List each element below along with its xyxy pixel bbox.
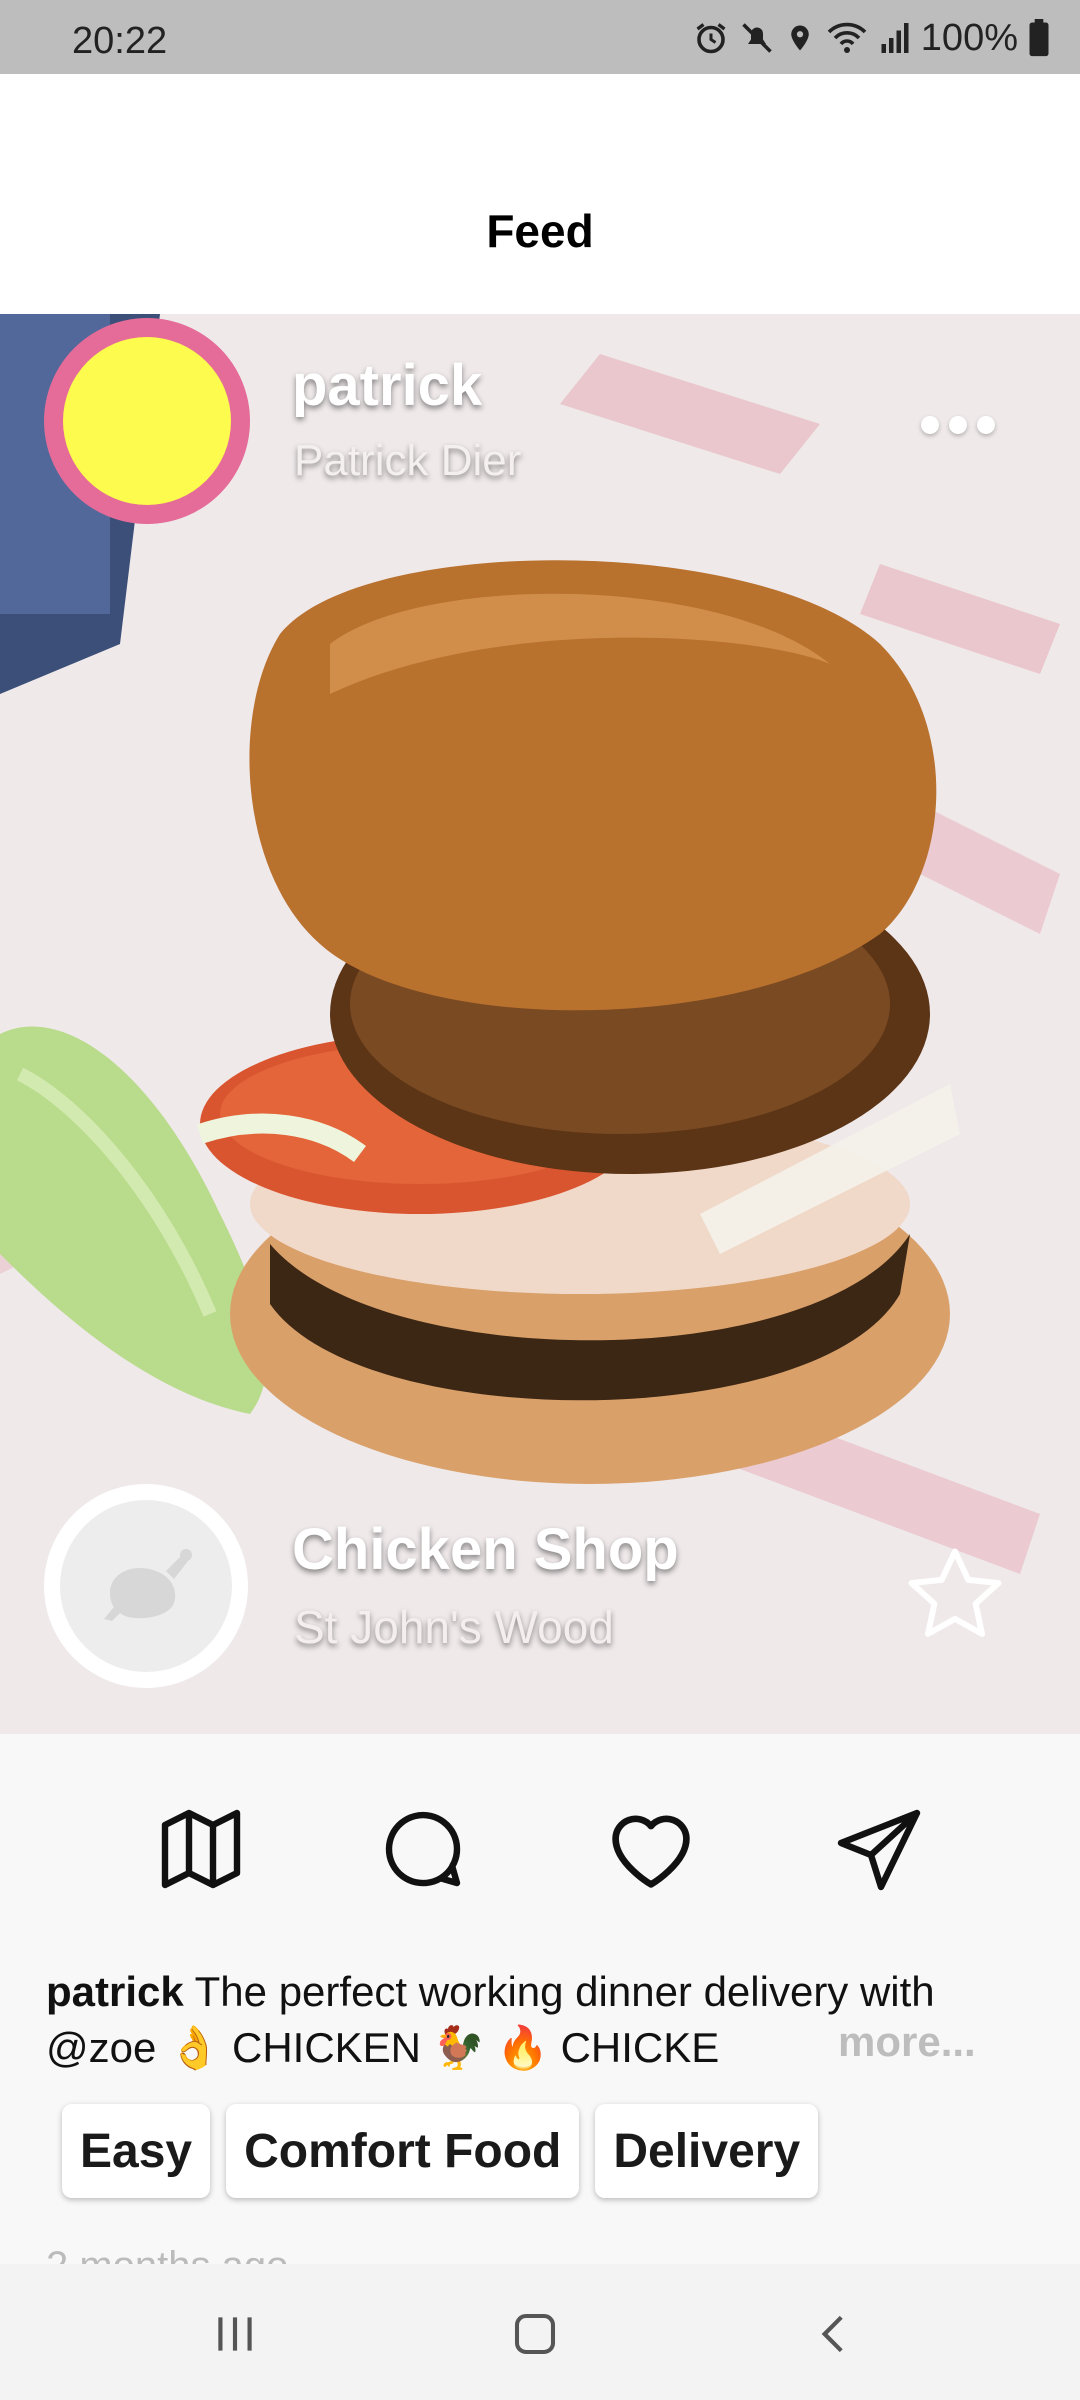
- wifi-icon: [827, 22, 867, 53]
- user-full-name: Patrick Dier: [294, 436, 522, 485]
- venue-avatar-inner: [60, 1500, 232, 1672]
- chicken-icon: [104, 1549, 192, 1621]
- alarm-icon: [696, 23, 726, 54]
- venue-location: St John's Wood: [294, 1601, 614, 1653]
- share-button[interactable]: [824, 1794, 934, 1904]
- avatar-fill: [63, 337, 231, 505]
- battery-text: 100%: [920, 16, 1018, 59]
- comment-icon: [385, 1811, 461, 1887]
- tag-chip[interactable]: Comfort Food: [226, 2104, 580, 2198]
- page-title: Feed: [486, 205, 594, 257]
- caption-text-line1: The perfect working dinner delivery with: [194, 1968, 935, 2015]
- like-button[interactable]: [596, 1794, 706, 1904]
- dot: [977, 416, 995, 434]
- venue-avatar[interactable]: [44, 1484, 248, 1688]
- user-handle[interactable]: patrick: [292, 352, 482, 419]
- home-button[interactable]: [490, 2294, 580, 2374]
- back-button[interactable]: [790, 2294, 880, 2374]
- post-actions-area: patrick The perfect working dinner deliv…: [0, 1734, 1080, 2288]
- status-bar: 20:22 100%: [0, 0, 1080, 74]
- star-icon[interactable]: [900, 1540, 1010, 1650]
- back-icon: [821, 2315, 843, 2353]
- status-time: 20:22: [72, 20, 168, 62]
- dot: [921, 416, 939, 434]
- send-icon: [837, 1809, 921, 1891]
- home-icon: [514, 2313, 556, 2355]
- tag-list: Easy Comfort Food Delivery: [62, 2104, 819, 2198]
- status-icons: 100%: [693, 16, 1050, 60]
- dot: [949, 416, 967, 434]
- signal-icon: [881, 23, 909, 53]
- map-icon: [161, 1809, 241, 1889]
- heart-icon: [612, 1815, 690, 1888]
- location-icon: [791, 25, 809, 51]
- battery-icon: [1029, 19, 1049, 57]
- tag-chip[interactable]: Delivery: [595, 2104, 819, 2198]
- comment-button[interactable]: [368, 1794, 478, 1904]
- recents-icon: [218, 2317, 252, 2351]
- mute-icon: [742, 23, 772, 53]
- recents-button[interactable]: [190, 2294, 280, 2374]
- caption-more-link[interactable]: more...: [838, 2018, 976, 2066]
- caption-username[interactable]: patrick: [46, 1968, 184, 2015]
- map-button[interactable]: [146, 1794, 256, 1904]
- caption-text-line2: @zoe 👌 CHICKEN 🐓 🔥 CHICKE: [46, 2024, 720, 2071]
- more-options-button[interactable]: [918, 400, 998, 450]
- navigation-bar: [0, 2264, 1080, 2400]
- header: Feed: [0, 74, 1080, 314]
- user-avatar[interactable]: [44, 318, 250, 524]
- tag-chip[interactable]: Easy: [62, 2104, 211, 2198]
- venue-name[interactable]: Chicken Shop: [292, 1516, 679, 1583]
